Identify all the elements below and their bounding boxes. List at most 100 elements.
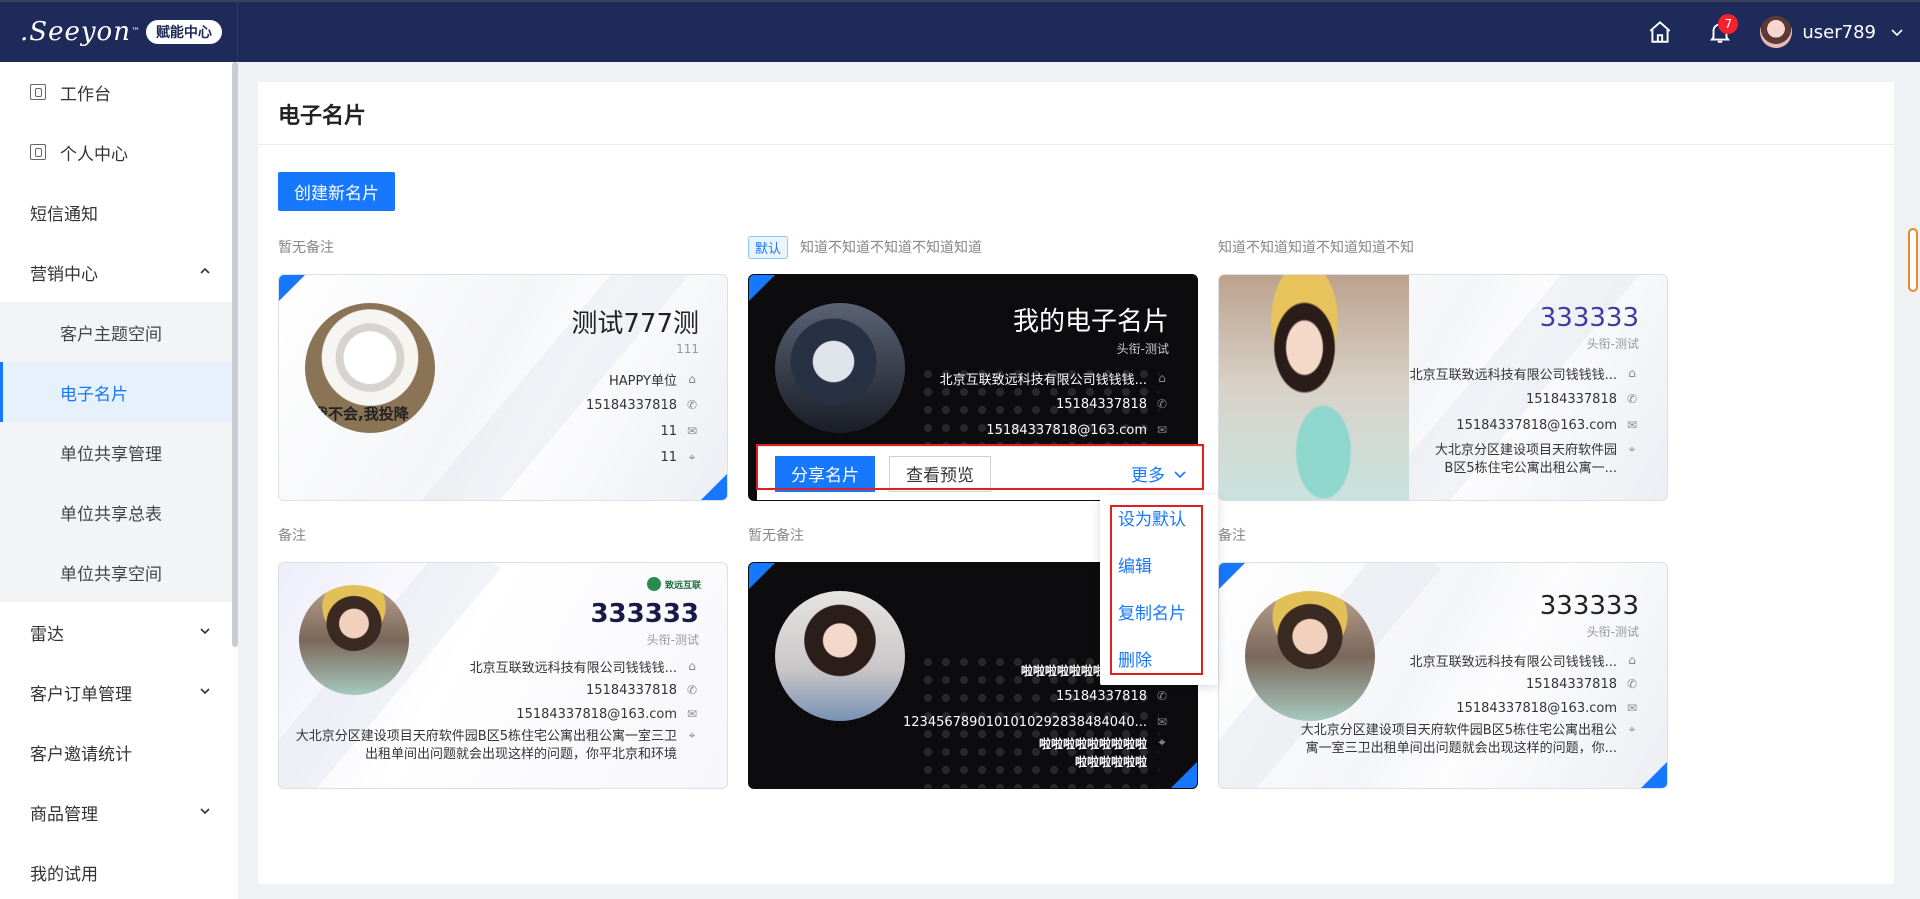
sidebar-item-orders[interactable]: 客户订单管理 xyxy=(0,662,238,722)
home-icon[interactable] xyxy=(1640,12,1680,52)
sidebar-item-business-card[interactable]: 电子名片 xyxy=(0,362,238,422)
chevron-down-icon xyxy=(200,628,210,635)
sidebar-item-label: 个人中心 xyxy=(60,144,128,165)
sidebar-item-unit-share-manage[interactable]: 单位共享管理 xyxy=(0,422,238,482)
card-company: 北京互联致远科技有限公司钱钱钱... xyxy=(469,660,677,676)
default-badge: 默认 xyxy=(748,235,789,259)
card-info: 我的电子名片 头衔-测试 北京互联致远科技有限公司钱钱钱... ⌂ 1518433… xyxy=(940,301,1169,443)
location-icon: ⌖ xyxy=(688,728,696,742)
building-icon: ⌂ xyxy=(688,659,696,673)
card-phone: 15184337818 xyxy=(1056,396,1147,412)
business-card[interactable]: 333333 头衔-测试 北京互联致远科技有限公司钱钱钱... ⌂ 1518433… xyxy=(1218,562,1668,789)
personal-center-icon xyxy=(30,144,46,160)
brand-logo: 致远互联 xyxy=(646,577,701,591)
chevron-up-icon xyxy=(200,267,210,274)
card-note-row: 默认 知道不知道不知道不知道知道 xyxy=(748,234,1198,260)
bell-icon[interactable]: 7 xyxy=(1700,12,1740,52)
card-photo xyxy=(775,591,905,721)
create-card-button[interactable]: 创建新名片 xyxy=(278,172,395,211)
card-info: 333333 头衔-测试 北京互联致远科技有限公司钱钱钱... ⌂ 1518433… xyxy=(287,599,699,764)
card-action-bar: 分享名片 查看预览 更多 xyxy=(757,446,1207,500)
notification-count-badge: 7 xyxy=(1718,14,1739,34)
card-corner xyxy=(1171,762,1197,788)
card-name: 测试777测 xyxy=(571,309,699,339)
card-note: 知道不知道不知道不知道知道 xyxy=(800,240,983,256)
card-email: 11 xyxy=(660,423,677,439)
menu-item-copy[interactable]: 复制名片 xyxy=(1118,599,1186,624)
username[interactable]: user789 xyxy=(1802,22,1876,43)
location-icon: ⌖ xyxy=(1628,442,1636,456)
sidebar-item-label: 商品管理 xyxy=(30,804,98,825)
chevron-down-icon xyxy=(200,808,210,815)
card-company: HAPPY单位 xyxy=(608,373,677,389)
workbench-icon xyxy=(30,84,46,100)
menu-item-edit[interactable]: 编辑 xyxy=(1118,552,1152,577)
location-icon: ⌖ xyxy=(1628,722,1636,736)
preview-card-button[interactable]: 查看预览 xyxy=(889,455,991,492)
card-address: 啦啦啦啦啦啦啦啦啦啦啦啦啦啦啦 xyxy=(1038,737,1147,769)
user-avatar[interactable] xyxy=(1760,16,1793,48)
card-name: 333333 xyxy=(1539,303,1639,333)
sidebar-item-unit-share-table[interactable]: 单位共享总表 xyxy=(0,482,238,542)
sidebar-item-label: 营销中心 xyxy=(30,264,98,285)
card-name: 我的电子名片 xyxy=(1012,307,1169,337)
sidebar-item-label: 雷达 xyxy=(30,624,64,645)
mail-icon: ✉ xyxy=(686,707,698,721)
chevron-down-icon xyxy=(1174,470,1186,478)
logo-badge: 赋能中心 xyxy=(145,20,222,44)
card-subtitle: 头衔-测试 xyxy=(1586,625,1639,639)
card-corner xyxy=(749,563,775,589)
sidebar-item-label: 工作台 xyxy=(60,84,111,105)
sidebar-item-products[interactable]: 商品管理 xyxy=(0,782,238,842)
business-card[interactable]: 我不会,我投降 测试777测 111 HAPPY单位 ⌂ 15184337818 ✆… xyxy=(278,274,728,501)
sidebar-item-radar[interactable]: 雷达 xyxy=(0,602,238,662)
sidebar-item-label: 短信通知 xyxy=(30,204,98,225)
card-email: 15184337818@163.com xyxy=(1456,700,1617,716)
business-card[interactable]: 333333 头衔-测试 北京互联致远科技有限公司钱钱钱... ⌂ 1518433… xyxy=(1218,274,1668,501)
card-subtitle: 111 xyxy=(676,342,699,356)
card-phone: 15184337818 xyxy=(586,397,677,413)
user-menu-chevron-icon[interactable] xyxy=(1890,25,1904,39)
menu-item-set-default[interactable]: 设为默认 xyxy=(1118,505,1186,530)
location-icon: ⌖ xyxy=(1158,735,1166,749)
mail-icon: ✉ xyxy=(1626,701,1638,715)
card-block-4: 备注 致远互联 333333 头衔-测试 北京互联致远科技有限公司钱钱钱... ⌂… xyxy=(278,522,728,789)
card-note: 知道不知道知道不知道知道不知 xyxy=(1218,240,1414,256)
card-subtitle: 头衔-测试 xyxy=(646,633,699,647)
sidebar-item-unit-share-space[interactable]: 单位共享空间 xyxy=(0,542,238,602)
chevron-down-icon xyxy=(200,688,210,695)
mail-icon: ✉ xyxy=(686,424,698,438)
sidebar-item-sms[interactable]: 短信通知 xyxy=(0,182,238,242)
card-photo: 我不会,我投降 xyxy=(305,303,435,433)
sidebar-item-personal-center[interactable]: 个人中心 xyxy=(0,122,238,182)
logo[interactable]: .Seeyon ™ 赋能中心 xyxy=(0,2,238,62)
phone-icon: ✆ xyxy=(1626,677,1638,691)
menu-item-delete[interactable]: 删除 xyxy=(1118,646,1152,671)
sidebar-item-marketing[interactable]: 营销中心 xyxy=(0,242,238,302)
photo-caption: 我不会,我投降 xyxy=(313,405,409,423)
sidebar-scrollbar[interactable] xyxy=(232,62,238,647)
mail-icon: ✉ xyxy=(1156,715,1168,729)
card-info: 333333 头衔-测试 北京互联致远科技有限公司钱钱钱... ⌂ 1518433… xyxy=(1410,303,1639,478)
card-email: 1234567890101010292838484040... xyxy=(903,714,1147,730)
sidebar-item-trial[interactable]: 我的试用 xyxy=(0,842,238,899)
business-card[interactable]: 致远互联 333333 头衔-测试 北京互联致远科技有限公司钱钱钱... ⌂ 15… xyxy=(278,562,728,789)
more-dropdown-menu: 设为默认 编辑 复制名片 删除 xyxy=(1100,495,1218,685)
sidebar: 工作台 个人中心 短信通知 营销中心 客户主题空间 电子名片 单位共享管理 单位… xyxy=(0,62,238,899)
phone-icon: ✆ xyxy=(1156,397,1168,411)
sidebar-item-customer-space[interactable]: 客户主题空间 xyxy=(0,302,238,362)
sidebar-item-workbench[interactable]: 工作台 xyxy=(0,62,238,122)
more-button[interactable]: 更多 xyxy=(1131,461,1187,486)
logo-trademark: ™ xyxy=(130,27,140,37)
sidebar-item-invite-stats[interactable]: 客户邀请统计 xyxy=(0,722,238,782)
phone-icon: ✆ xyxy=(1626,392,1638,406)
card-phone: 15184337818 xyxy=(1526,676,1617,692)
share-card-button[interactable]: 分享名片 xyxy=(775,455,875,492)
sidebar-item-label: 我的试用 xyxy=(30,864,98,885)
sidebar-item-label: 单位共享空间 xyxy=(60,564,162,585)
card-block-6: 备注 333333 头衔-测试 北京互联致远科技有限公司钱钱钱... ⌂ 1518… xyxy=(1218,522,1668,789)
card-photo xyxy=(1219,275,1409,500)
sidebar-item-label: 客户邀请统计 xyxy=(30,744,132,765)
page-scrollbar[interactable] xyxy=(1908,228,1918,292)
card-block-3: 知道不知道知道不知道知道不知 333333 头衔-测试 北京互联致远科技有限公司… xyxy=(1218,234,1668,501)
